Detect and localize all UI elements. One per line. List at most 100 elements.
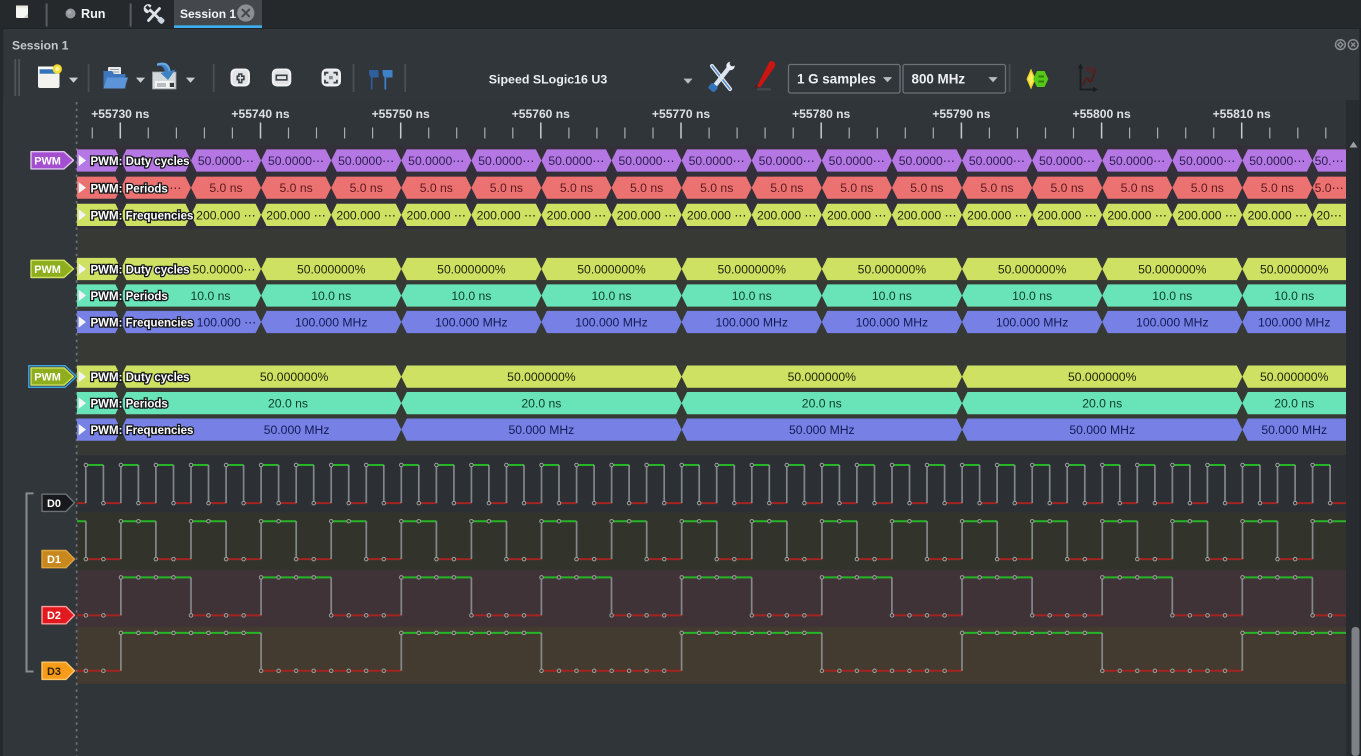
svg-text:200.000 ⋯: 200.000 ⋯ [1248, 208, 1308, 222]
svg-text:200.000 ⋯: 200.000 ⋯ [757, 208, 817, 222]
svg-text:50.0000⋯: 50.0000⋯ [899, 154, 955, 168]
svg-text:200.000 ⋯: 200.000 ⋯ [477, 208, 537, 222]
svg-text:100.000 MHz: 100.000 MHz [295, 315, 368, 329]
svg-text:50.000 MHz: 50.000 MHz [789, 423, 855, 437]
svg-text:20.0 ns: 20.0 ns [521, 397, 561, 411]
svg-text:50.000000%: 50.000000% [1260, 262, 1329, 276]
svg-text:50.000000%: 50.000000% [1068, 370, 1137, 384]
svg-text:+55790 ns: +55790 ns [932, 107, 990, 121]
svg-text:100.000 MHz: 100.000 MHz [1136, 315, 1209, 329]
svg-text:50.000000%: 50.000000% [788, 370, 857, 384]
svg-text:50.000000%: 50.000000% [858, 262, 927, 276]
svg-text:5.0 ns: 5.0 ns [490, 181, 523, 195]
svg-text:20.0 ns: 20.0 ns [268, 397, 308, 411]
svg-text:5.0 ns: 5.0 ns [350, 181, 383, 195]
svg-text:200.000 ⋯: 200.000 ⋯ [336, 208, 396, 222]
svg-text:10.0 ns: 10.0 ns [1152, 289, 1192, 303]
svg-text:10.0 ns: 10.0 ns [872, 289, 912, 303]
svg-text:50.0000⋯: 50.0000⋯ [618, 154, 674, 168]
svg-text:100.000 MHz: 100.000 MHz [996, 315, 1069, 329]
svg-text:50.000000%: 50.000000% [507, 370, 576, 384]
svg-text:50.000 MHz: 50.000 MHz [264, 423, 330, 437]
svg-text:50.000000%: 50.000000% [1138, 262, 1207, 276]
svg-text:200.000 ⋯: 200.000 ⋯ [196, 208, 256, 222]
svg-text:⋯: ⋯ [169, 181, 181, 195]
svg-text:PWM: Periods: PWM: Periods [91, 291, 168, 303]
svg-text:200.000 ⋯: 200.000 ⋯ [897, 208, 957, 222]
svg-text:PWM: PWM [34, 372, 61, 384]
svg-text:5.0 ns: 5.0 ns [1050, 181, 1083, 195]
svg-text:10.0 ns: 10.0 ns [1274, 289, 1314, 303]
svg-text:50.0000⋯: 50.0000⋯ [1179, 154, 1235, 168]
svg-text:10.0 ns: 10.0 ns [191, 289, 231, 303]
svg-text:+55810 ns: +55810 ns [1213, 107, 1271, 121]
svg-text:D1: D1 [47, 554, 61, 566]
svg-text:50.⋯: 50.⋯ [1315, 154, 1344, 168]
svg-text:100.000 MHz: 100.000 MHz [435, 315, 508, 329]
svg-text:200.000 ⋯: 200.000 ⋯ [1037, 208, 1097, 222]
svg-text:200.000 ⋯: 200.000 ⋯ [827, 208, 887, 222]
svg-text:5.0 ns: 5.0 ns [910, 181, 943, 195]
svg-text:PWM: Frequencies: PWM: Frequencies [91, 211, 194, 223]
svg-text:5.0 ns: 5.0 ns [209, 181, 242, 195]
svg-text:Session 1: Session 1 [180, 7, 236, 21]
svg-text:5.0 ns: 5.0 ns [279, 181, 312, 195]
svg-text:200.000 ⋯: 200.000 ⋯ [406, 208, 466, 222]
svg-text:PWM: Periods: PWM: Periods [91, 399, 168, 411]
svg-text:20⋯: 20⋯ [1316, 208, 1342, 222]
svg-text:5.0 ns: 5.0 ns [980, 181, 1013, 195]
svg-text:+55730 ns: +55730 ns [91, 107, 149, 121]
svg-text:50.000000%: 50.000000% [1260, 370, 1329, 384]
svg-text:200.000 ⋯: 200.000 ⋯ [1177, 208, 1237, 222]
svg-text:50.000000%: 50.000000% [437, 262, 506, 276]
svg-text:50.000000%: 50.000000% [577, 262, 646, 276]
svg-text:50.00000⋯: 50.00000⋯ [192, 262, 255, 276]
svg-text:20.0 ns: 20.0 ns [1274, 397, 1314, 411]
svg-text:D0: D0 [47, 498, 61, 510]
svg-text:5.0 ns: 5.0 ns [840, 181, 873, 195]
svg-text:+55750 ns: +55750 ns [372, 107, 430, 121]
svg-text:50.0000⋯: 50.0000⋯ [268, 154, 324, 168]
svg-text:50.0000⋯: 50.0000⋯ [759, 154, 815, 168]
svg-text:PWM: PWM [34, 264, 61, 276]
svg-text:20.0 ns: 20.0 ns [1082, 397, 1122, 411]
svg-text:10.0 ns: 10.0 ns [311, 289, 351, 303]
svg-text:50.0000⋯: 50.0000⋯ [969, 154, 1025, 168]
svg-text:20.0 ns: 20.0 ns [802, 397, 842, 411]
svg-text:+55780 ns: +55780 ns [792, 107, 850, 121]
svg-text:+55760 ns: +55760 ns [512, 107, 570, 121]
svg-text:Sipeed SLogic16 U3: Sipeed SLogic16 U3 [489, 73, 608, 87]
svg-text:100.000 MHz: 100.000 MHz [575, 315, 648, 329]
svg-text:50.000 MHz: 50.000 MHz [1069, 423, 1135, 437]
svg-text:+55740 ns: +55740 ns [231, 107, 289, 121]
svg-text:50.0000⋯: 50.0000⋯ [689, 154, 745, 168]
svg-text:PWM: Frequencies: PWM: Frequencies [91, 318, 194, 330]
svg-text:Run: Run [81, 7, 105, 21]
svg-text:50.000000%: 50.000000% [717, 262, 786, 276]
svg-text:50.0000⋯: 50.0000⋯ [408, 154, 464, 168]
svg-text:10.0 ns: 10.0 ns [592, 289, 632, 303]
svg-text:800 MHz: 800 MHz [912, 71, 966, 86]
svg-text:PWM: Frequencies: PWM: Frequencies [91, 425, 194, 437]
svg-text:D2: D2 [47, 610, 61, 622]
svg-text:50.0000⋯: 50.0000⋯ [198, 154, 254, 168]
svg-text:50.0000⋯: 50.0000⋯ [1109, 154, 1165, 168]
svg-text:10.0 ns: 10.0 ns [451, 289, 491, 303]
svg-text:Session 1: Session 1 [12, 38, 69, 52]
svg-text:10.0 ns: 10.0 ns [1012, 289, 1052, 303]
svg-text:5.0 ns: 5.0 ns [1121, 181, 1154, 195]
svg-text:PWM: Duty cycles: PWM: Duty cycles [91, 156, 190, 168]
svg-text:5.0⋯: 5.0⋯ [1315, 181, 1344, 195]
svg-text:100.000 ⋯: 100.000 ⋯ [197, 315, 257, 329]
svg-text:PWM: Duty cycles: PWM: Duty cycles [91, 265, 190, 277]
svg-text:50.0000⋯: 50.0000⋯ [548, 154, 604, 168]
svg-text:50.0000⋯: 50.0000⋯ [1039, 154, 1095, 168]
svg-text:5.0 ns: 5.0 ns [630, 181, 663, 195]
svg-text:50.0000⋯: 50.0000⋯ [829, 154, 885, 168]
svg-text:5.0 ns: 5.0 ns [770, 181, 803, 195]
svg-text:50.000 MHz: 50.000 MHz [509, 423, 575, 437]
svg-text:+55800 ns: +55800 ns [1073, 107, 1131, 121]
svg-text:f(x): f(x) [1086, 67, 1096, 74]
svg-text:100.000 MHz: 100.000 MHz [856, 315, 929, 329]
svg-text:PWM: PWM [34, 155, 61, 167]
